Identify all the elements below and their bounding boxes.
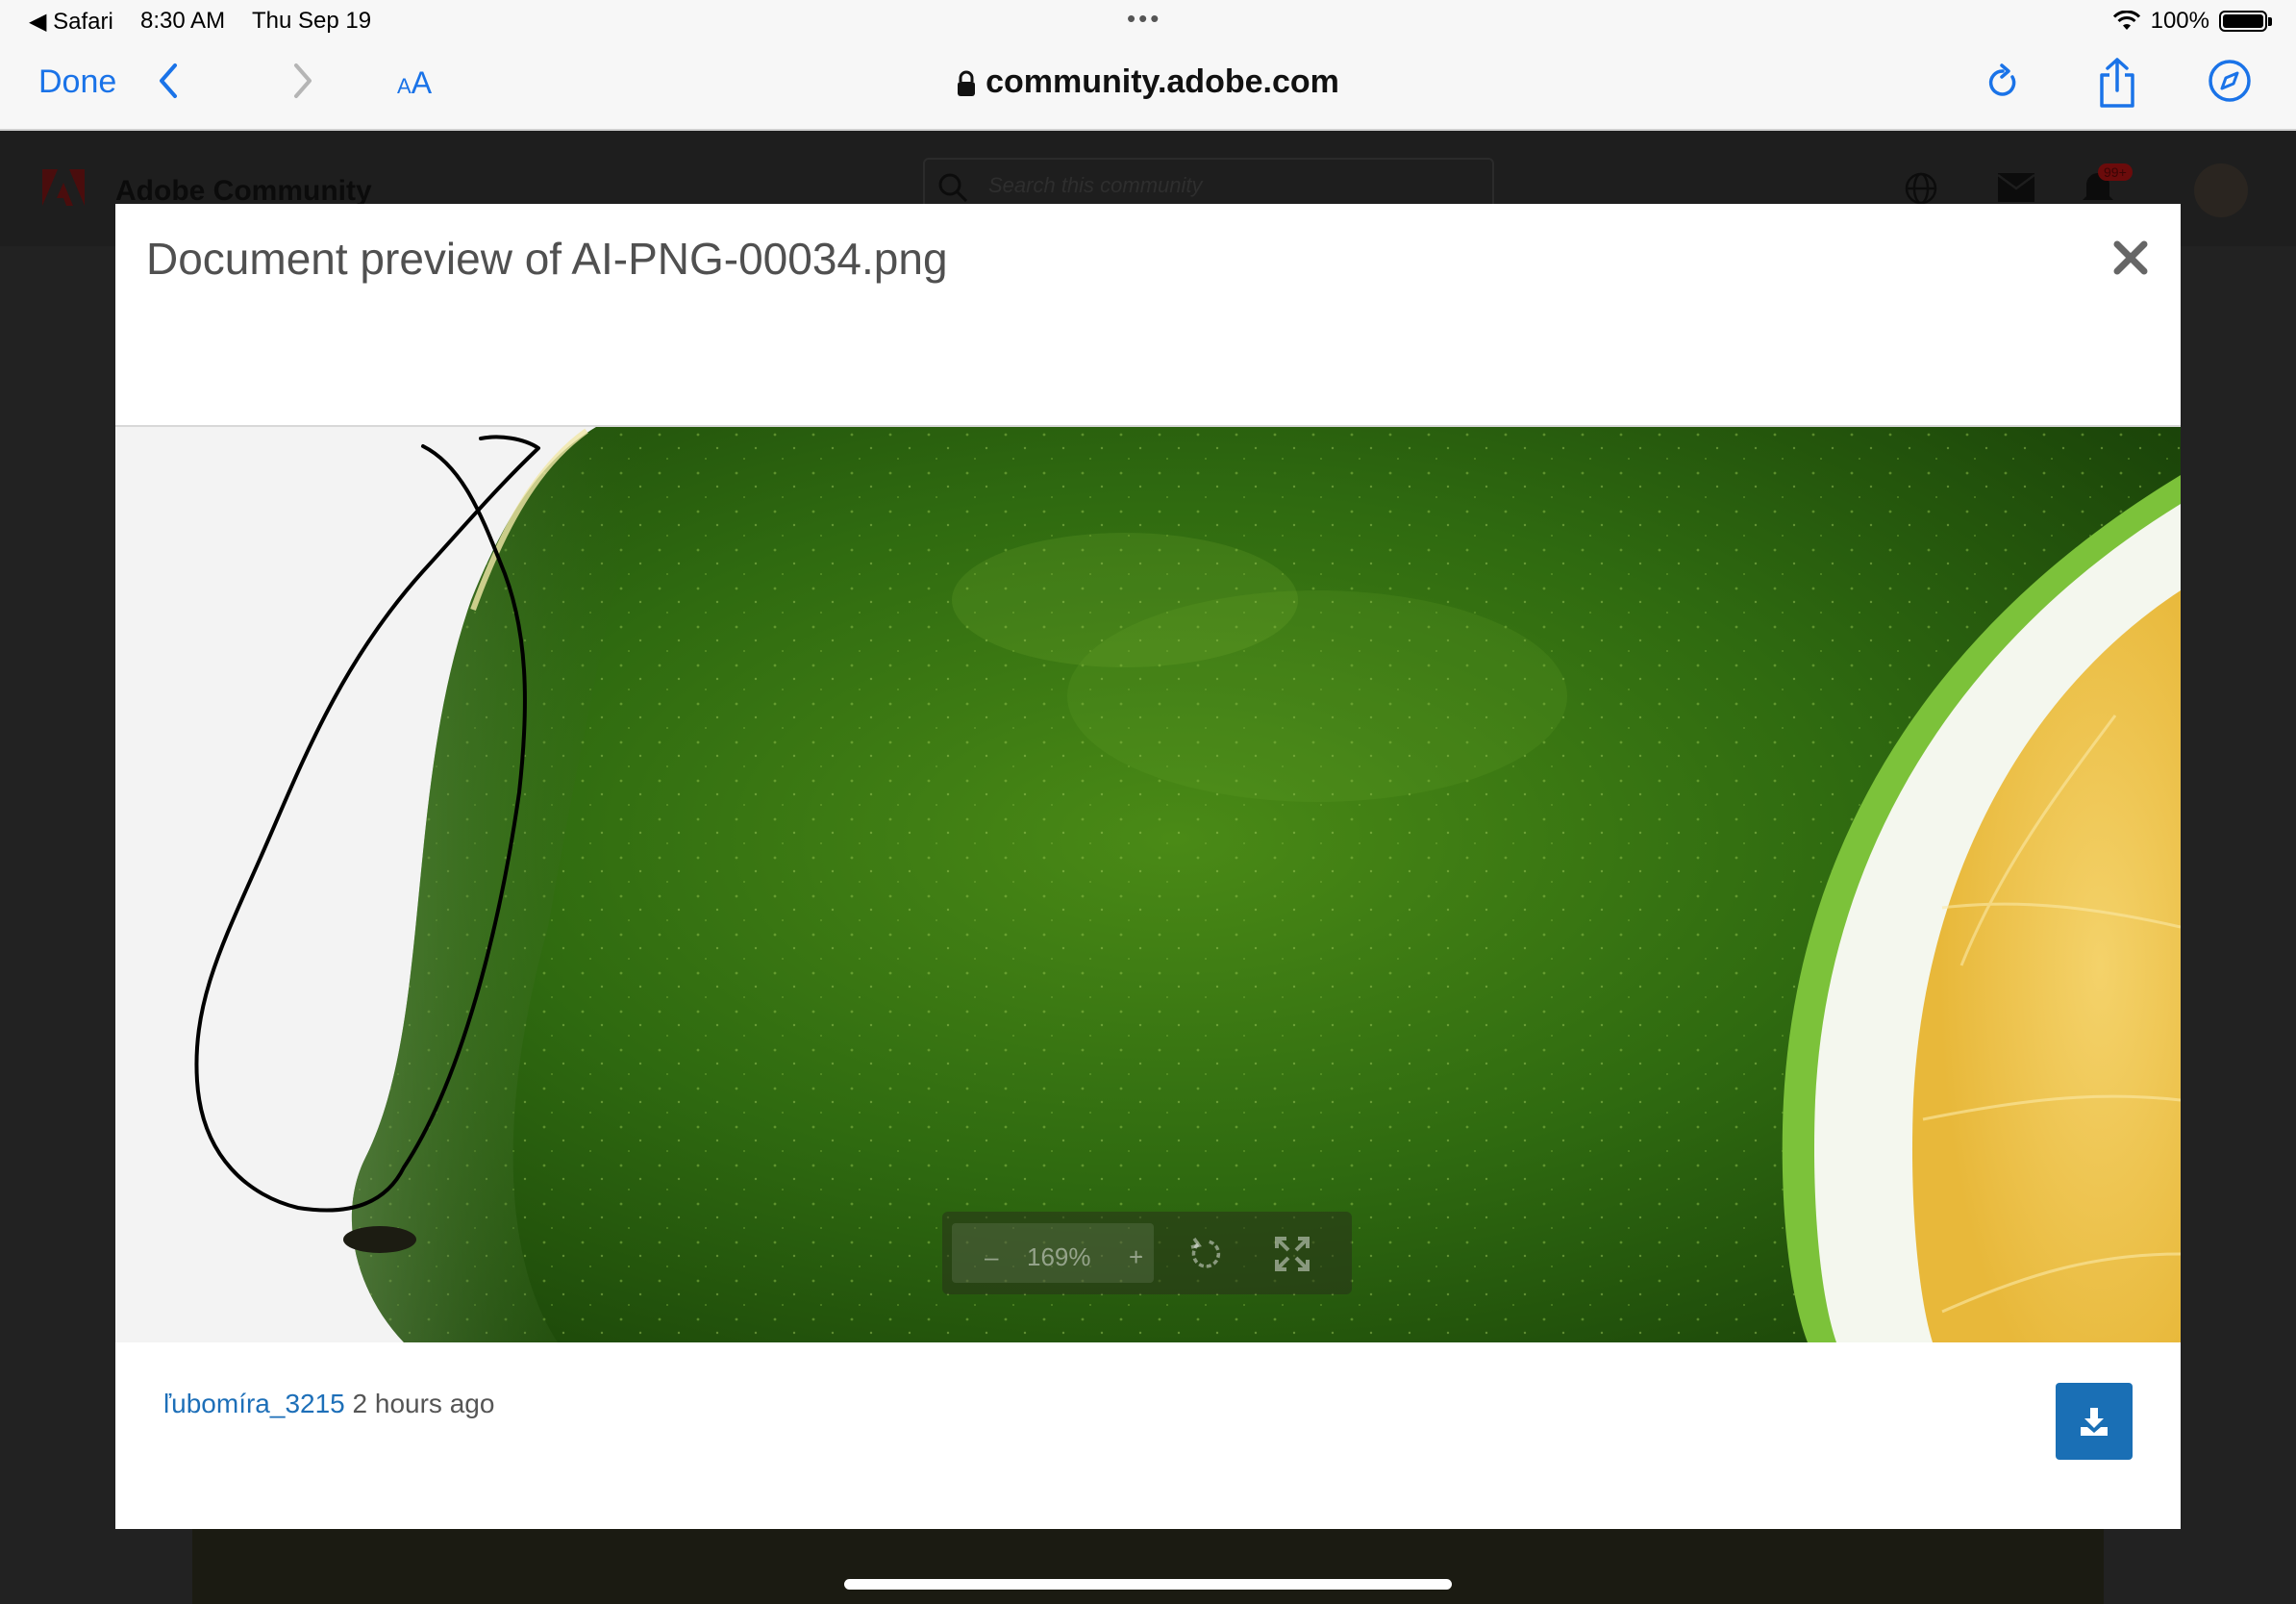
- search-placeholder: Search this community: [988, 173, 1203, 197]
- lime-photo: [115, 427, 2181, 1342]
- download-icon: [2081, 1408, 2108, 1436]
- rotate-icon[interactable]: [1186, 1235, 1225, 1273]
- close-icon[interactable]: [2111, 238, 2150, 277]
- notification-badge: 99+: [2098, 163, 2133, 181]
- zoom-out-button[interactable]: –: [985, 1242, 998, 1272]
- posted-time: 2 hours ago: [352, 1389, 495, 1418]
- zoom-in-button[interactable]: +: [1129, 1242, 1143, 1272]
- back-to-app[interactable]: ◀ Safari: [29, 8, 113, 36]
- document-preview-modal: Document preview of AI-PNG-00034.png – 1…: [115, 204, 2181, 1529]
- battery-icon: [2219, 11, 2272, 32]
- background-post-image: [192, 1525, 2104, 1604]
- viewer-controls: – 169% +: [942, 1212, 1352, 1294]
- address-bar[interactable]: community.adobe.com: [0, 63, 2296, 101]
- adobe-logo-icon: [42, 169, 85, 206]
- share-icon[interactable]: [2096, 56, 2138, 110]
- modal-footer: ľubomíra_3215 2 hours ago: [115, 1342, 2181, 1529]
- search-icon: [938, 173, 968, 203]
- url-text: community.adobe.com: [986, 63, 1339, 100]
- zoom-level: 169%: [1027, 1242, 1091, 1271]
- reload-icon[interactable]: [1984, 62, 2022, 104]
- image-preview[interactable]: – 169% +: [115, 427, 2181, 1342]
- compass-icon[interactable]: [2207, 58, 2253, 104]
- home-indicator[interactable]: [844, 1579, 1452, 1590]
- status-time: 8:30 AM: [140, 8, 226, 34]
- battery-percent: 100%: [2150, 8, 2209, 34]
- wifi-icon: [2112, 11, 2140, 30]
- mail-icon: [1998, 173, 2034, 202]
- browser-toolbar: Done AA community.adobe.com: [0, 46, 2296, 131]
- modal-title: Document preview of AI-PNG-00034.png: [146, 234, 948, 284]
- fullscreen-icon[interactable]: [1273, 1235, 1311, 1273]
- site-title: Adobe Community: [115, 175, 372, 207]
- author-link[interactable]: ľubomíra_3215: [163, 1389, 345, 1418]
- globe-icon: [1905, 172, 1937, 205]
- download-button[interactable]: [2056, 1383, 2133, 1460]
- avatar: [2194, 163, 2248, 217]
- multitasking-dots-icon[interactable]: •••: [1127, 4, 1161, 34]
- lock-icon: [958, 70, 976, 97]
- status-bar: ◀ Safari 8:30 AM Thu Sep 19 ••• 100%: [0, 0, 2296, 46]
- status-right: 100%: [2112, 8, 2272, 35]
- post-meta: ľubomíra_3215 2 hours ago: [163, 1389, 494, 1419]
- zoom-control: – 169% +: [952, 1223, 1154, 1283]
- status-date: Thu Sep 19: [252, 8, 372, 34]
